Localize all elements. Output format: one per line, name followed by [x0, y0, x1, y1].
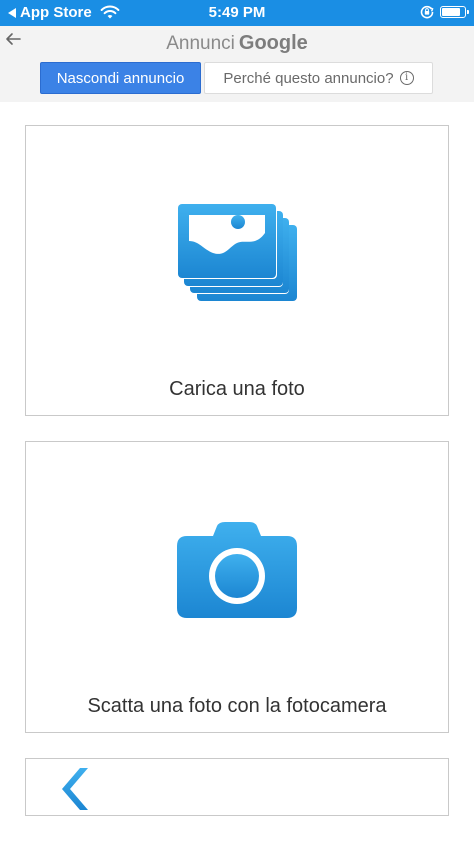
ad-title: Annunci Google — [0, 32, 474, 55]
hide-ad-button[interactable]: Nascondi annuncio — [40, 62, 201, 94]
battery-icon — [440, 6, 469, 18]
hide-ad-label: Nascondi annuncio — [56, 69, 185, 87]
status-bar: App Store 5:49 PM — [0, 0, 474, 26]
ad-title-prefix: Annunci — [166, 33, 235, 54]
chevron-left-icon[interactable] — [58, 768, 88, 810]
info-icon: i — [399, 71, 414, 85]
ad-header: Annunci Google Nascondi annuncio Perché q… — [0, 26, 474, 102]
photo-gallery-icon — [177, 203, 297, 301]
ad-title-brand: Google — [238, 32, 308, 54]
why-this-ad-label: Perché questo annuncio? — [223, 69, 394, 87]
why-this-ad-button[interactable]: Perché questo annuncio? i — [204, 62, 433, 94]
upload-photo-option[interactable]: Carica una foto — [25, 125, 449, 416]
back-bar — [25, 758, 449, 816]
take-photo-option[interactable]: Scatta una foto con la fotocamera — [25, 441, 449, 733]
upload-photo-label: Carica una foto — [169, 378, 305, 400]
battery-level — [442, 8, 461, 16]
status-time: 5:49 PM — [208, 4, 266, 21]
take-photo-label: Scatta una foto con la fotocamera — [87, 695, 387, 717]
camera-icon — [177, 522, 297, 618]
orientation-lock-icon — [420, 5, 434, 19]
